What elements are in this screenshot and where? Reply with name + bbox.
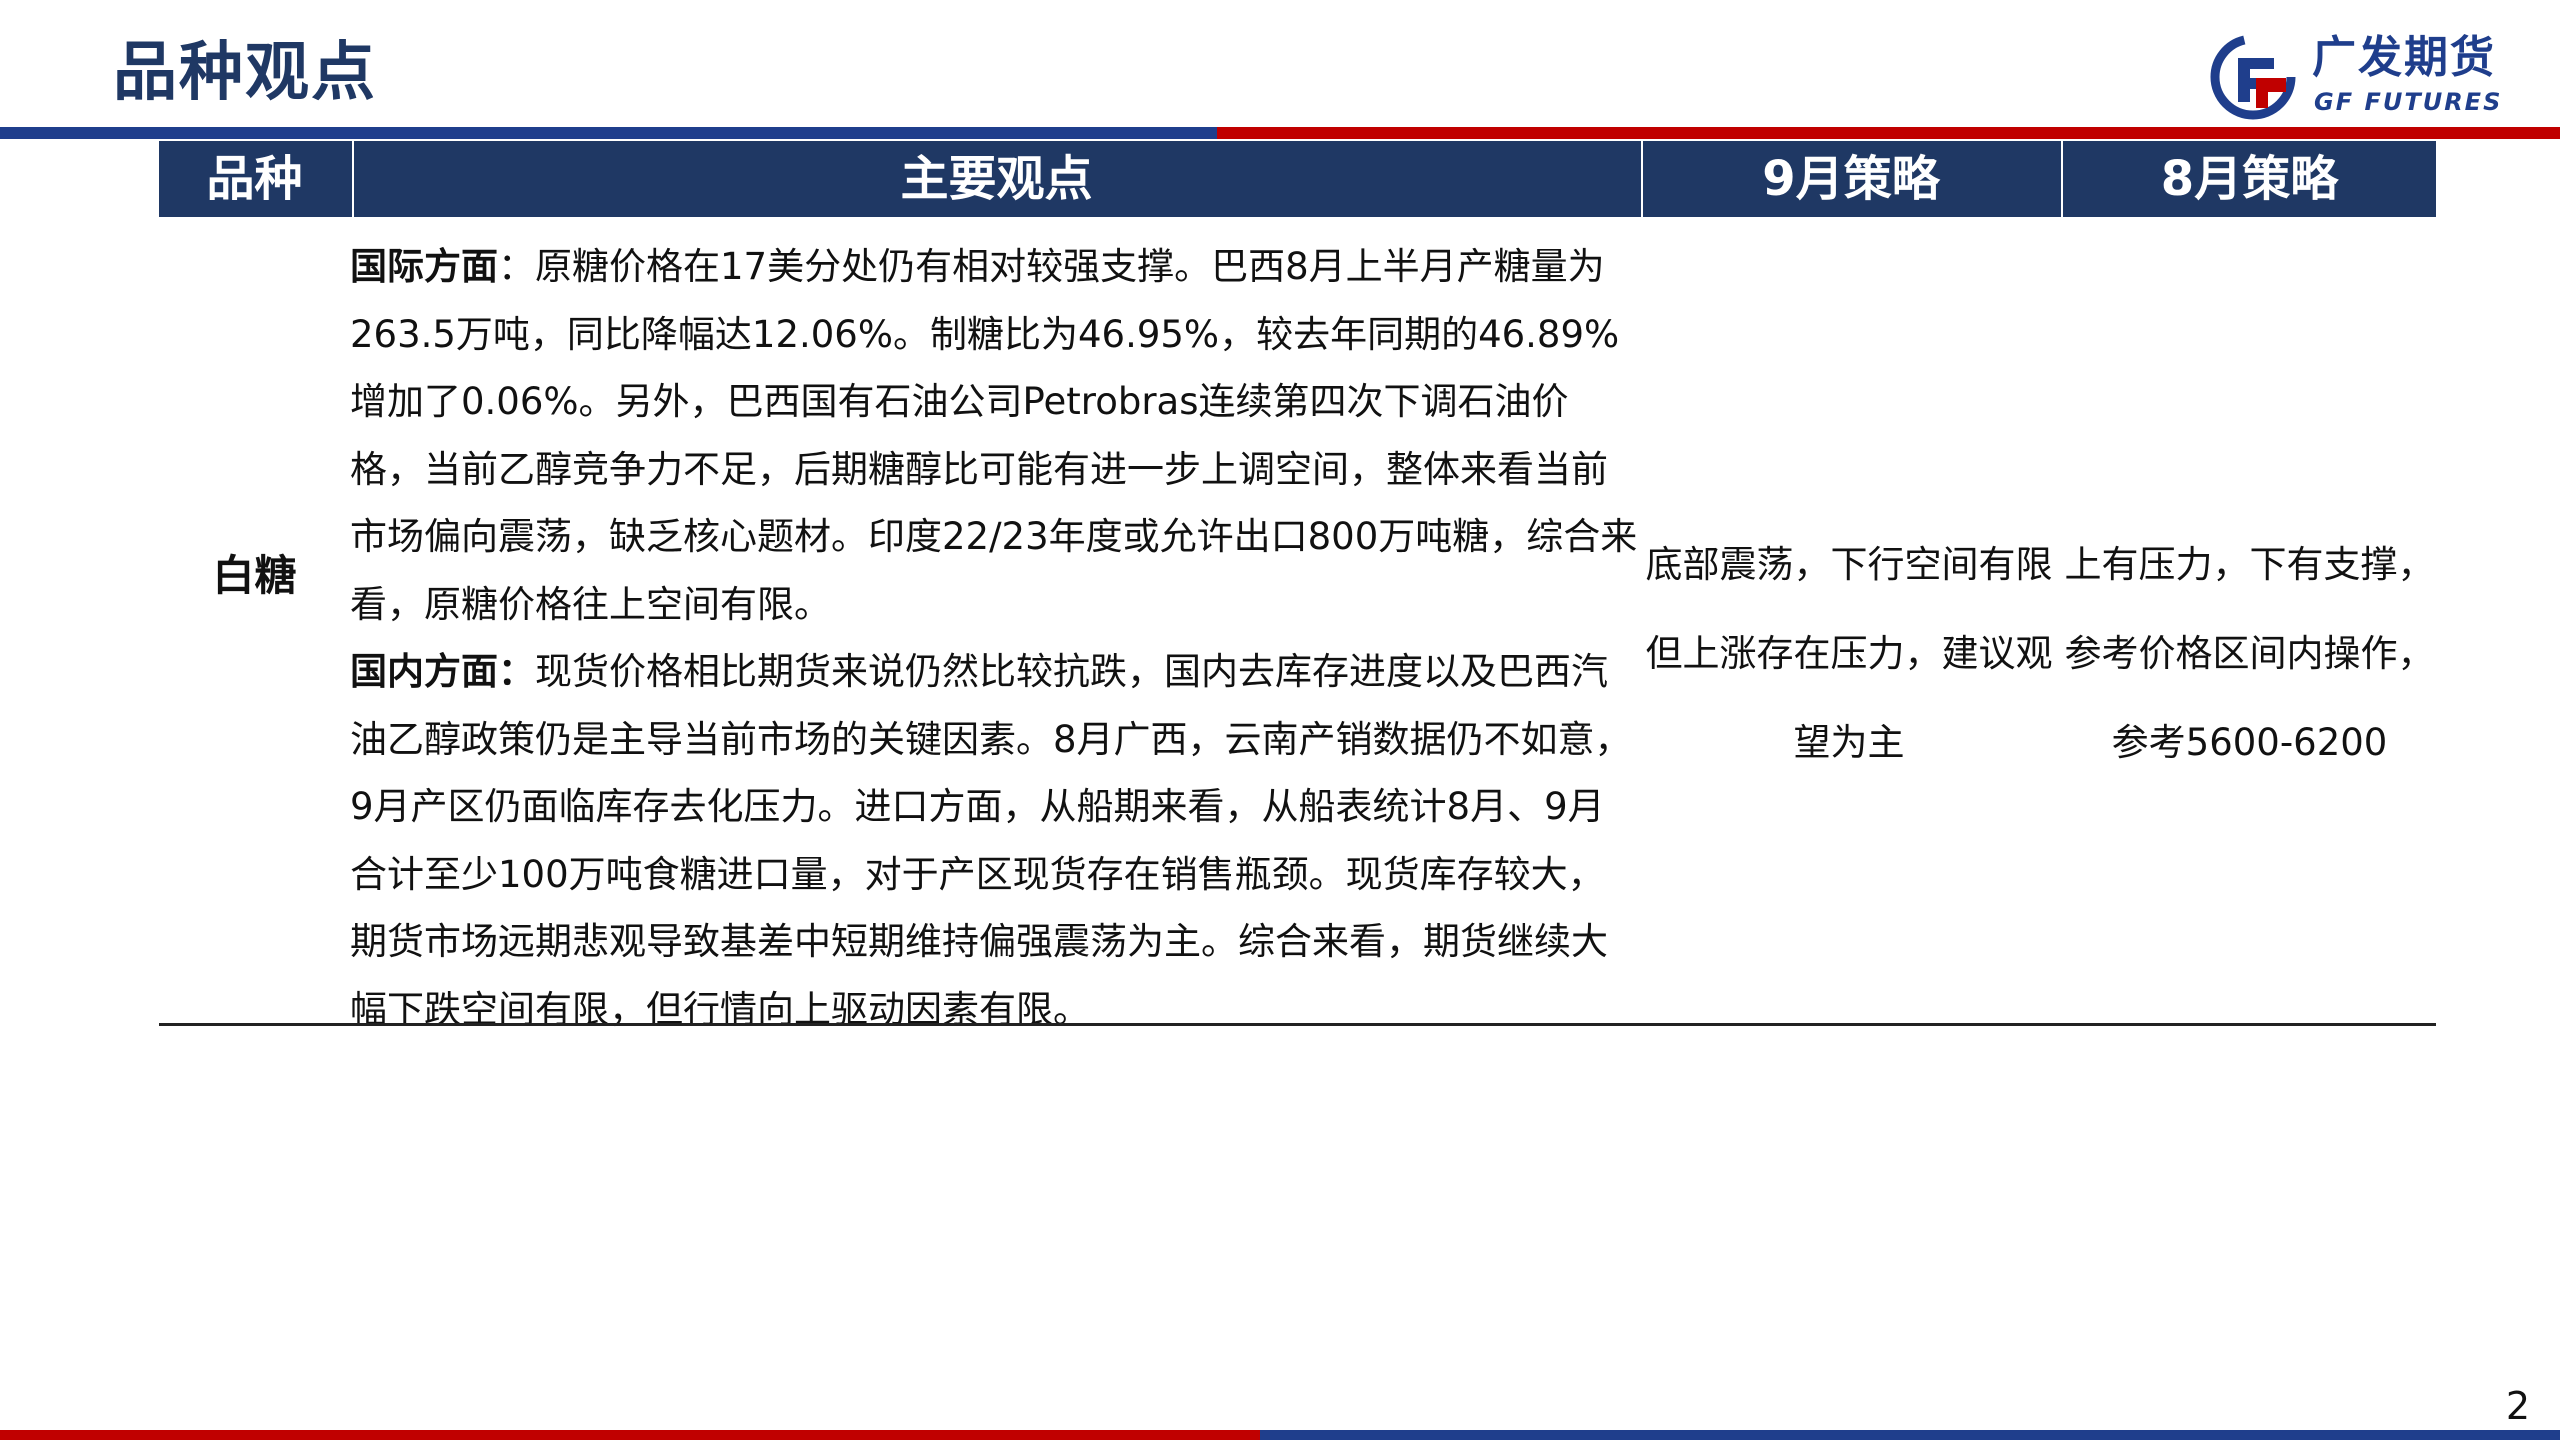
variety-cell: 白糖 [212, 551, 297, 600]
september-strategy-cell: 底部震荡，下行空间有限但上涨存在压力，建议观望为主 [1645, 543, 2053, 764]
gf-futures-logo: 广发期货 GF FUTURES [2210, 30, 2510, 122]
header-september-strategy: 9月策略 [1641, 141, 2059, 217]
header-main-views: 主要观点 [352, 141, 1639, 217]
august-strategy-cell: 上有压力，下有支撑，参考价格区间内操作，参考5600-6200 [2064, 543, 2435, 764]
main-views-cell: 国际方面：原糖价格在17美分处仍有相对较强支撑。巴西8月上半月产糖量为263.5… [350, 233, 1640, 1043]
gf-futures-logo-icon [2210, 34, 2296, 120]
page-title: 品种观点 [113, 36, 377, 110]
bottom-divider-blue [1260, 1430, 2560, 1440]
domestic-paragraph: 国内方面：现货价格相比期货来说仍然比较抗跌，国内去库存进度以及巴西汽油乙醇政策仍… [350, 638, 1640, 1043]
international-separator: ： [498, 245, 535, 288]
logo-text-en: GF FUTURES [2314, 88, 2503, 116]
table-header: 品种 主要观点 9月策略 8月策略 [159, 141, 2436, 217]
table-bottom-border [159, 1023, 2436, 1026]
top-divider-red [1217, 127, 2560, 139]
domestic-label: 国内方面： [350, 650, 535, 693]
top-divider-blue [0, 127, 1217, 139]
header-variety: 品种 [206, 151, 303, 207]
international-label: 国际方面 [350, 245, 498, 288]
header-august-strategy: 8月策略 [2061, 141, 2436, 217]
bottom-divider-red [0, 1430, 1260, 1440]
international-text: 原糖价格在17美分处仍有相对较强支撑。巴西8月上半月产糖量为263.5万吨，同比… [350, 245, 1638, 626]
page-number: 2 [2505, 1384, 2530, 1428]
logo-text-cn: 广发期货 [2312, 32, 2496, 83]
domestic-text: 现货价格相比期货来说仍然比较抗跌，国内去库存进度以及巴西汽油乙醇政策仍是主导当前… [350, 650, 1632, 1031]
international-paragraph: 国际方面：原糖价格在17美分处仍有相对较强支撑。巴西8月上半月产糖量为263.5… [350, 233, 1640, 638]
